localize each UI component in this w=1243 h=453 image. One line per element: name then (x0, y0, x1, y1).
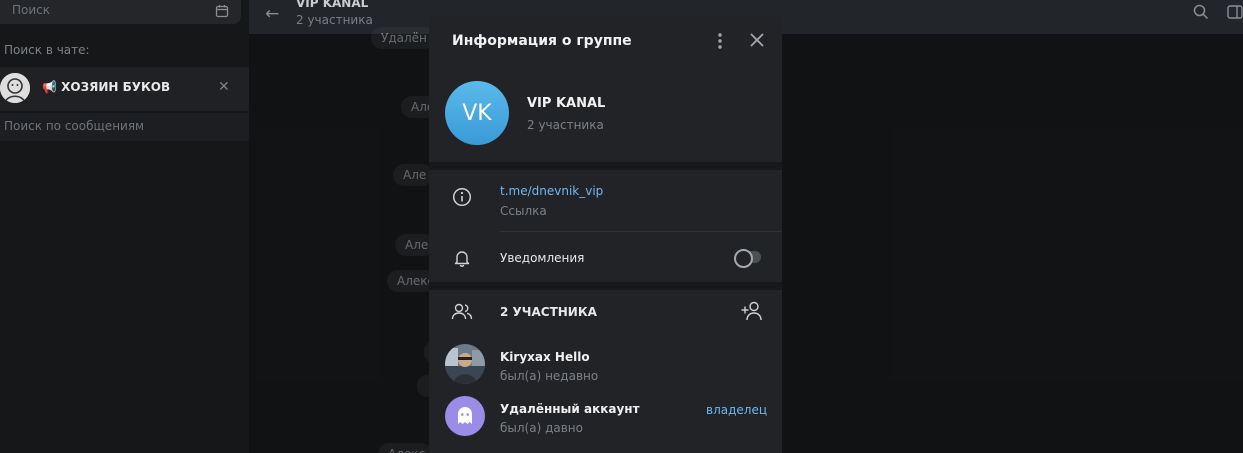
message-search (0, 113, 249, 141)
back-arrow-icon[interactable]: ← (265, 4, 279, 24)
members-icon (451, 303, 473, 320)
search-chat-filter[interactable]: 📢 ХОЗЯИН БУКОВ ✕ (0, 67, 249, 111)
group-link[interactable]: t.me/dnevnik_vip (500, 184, 603, 198)
group-name: VIP KANAL (527, 96, 606, 111)
group-link-label: Ссылка (500, 204, 547, 218)
notifications-toggle[interactable] (734, 249, 761, 268)
group-avatar[interactable]: VK (445, 81, 509, 145)
member-avatar[interactable] (445, 344, 485, 384)
divider (500, 231, 782, 232)
avatar (0, 73, 30, 103)
modal-title: Информация о группе (452, 33, 632, 49)
search-in-chat-label: Поиск в чате: (4, 43, 90, 57)
chat-subtitle: 2 участника (296, 13, 373, 27)
member-avatar[interactable] (445, 396, 485, 436)
member-status: был(а) недавно (500, 369, 599, 383)
ghost-icon (458, 407, 472, 424)
add-user-icon[interactable] (740, 300, 764, 322)
notifications-label: Уведомления (500, 251, 585, 265)
chat-title: VIP KANAL (296, 0, 369, 10)
close-icon[interactable]: ✕ (218, 79, 230, 95)
member-name[interactable]: Kiryxax Hello (500, 350, 590, 364)
member-name[interactable]: Удалённый аккаунт (500, 402, 640, 416)
chat-filter-label: 📢 ХОЗЯИН БУКОВ (42, 80, 171, 94)
search-bar (0, 0, 241, 24)
chat-avatar-icon (0, 73, 30, 103)
group-member-count: 2 участника (527, 118, 604, 132)
calendar-icon[interactable] (215, 4, 229, 18)
bell-icon (454, 251, 470, 267)
more-vertical-icon[interactable] (713, 32, 727, 50)
user-photo-icon (445, 344, 485, 384)
member-status: был(а) давно (500, 421, 583, 435)
group-info-modal: Информация о группе VK VIP KANAL 2 участ… (429, 16, 782, 453)
sidebar: Поиск в чате: 📢 ХОЗЯИН БУКОВ ✕ (0, 0, 249, 453)
section-divider (429, 162, 782, 170)
section-divider (429, 282, 782, 290)
side-panel-icon[interactable] (1227, 4, 1243, 20)
search-icon[interactable] (1193, 4, 1209, 20)
owner-badge: владелец (706, 403, 767, 417)
message-search-input[interactable] (4, 119, 234, 133)
close-icon[interactable] (748, 31, 766, 49)
search-input[interactable] (12, 3, 192, 17)
members-header: 2 УЧАСТНИКА (500, 305, 597, 319)
info-icon (452, 187, 472, 207)
